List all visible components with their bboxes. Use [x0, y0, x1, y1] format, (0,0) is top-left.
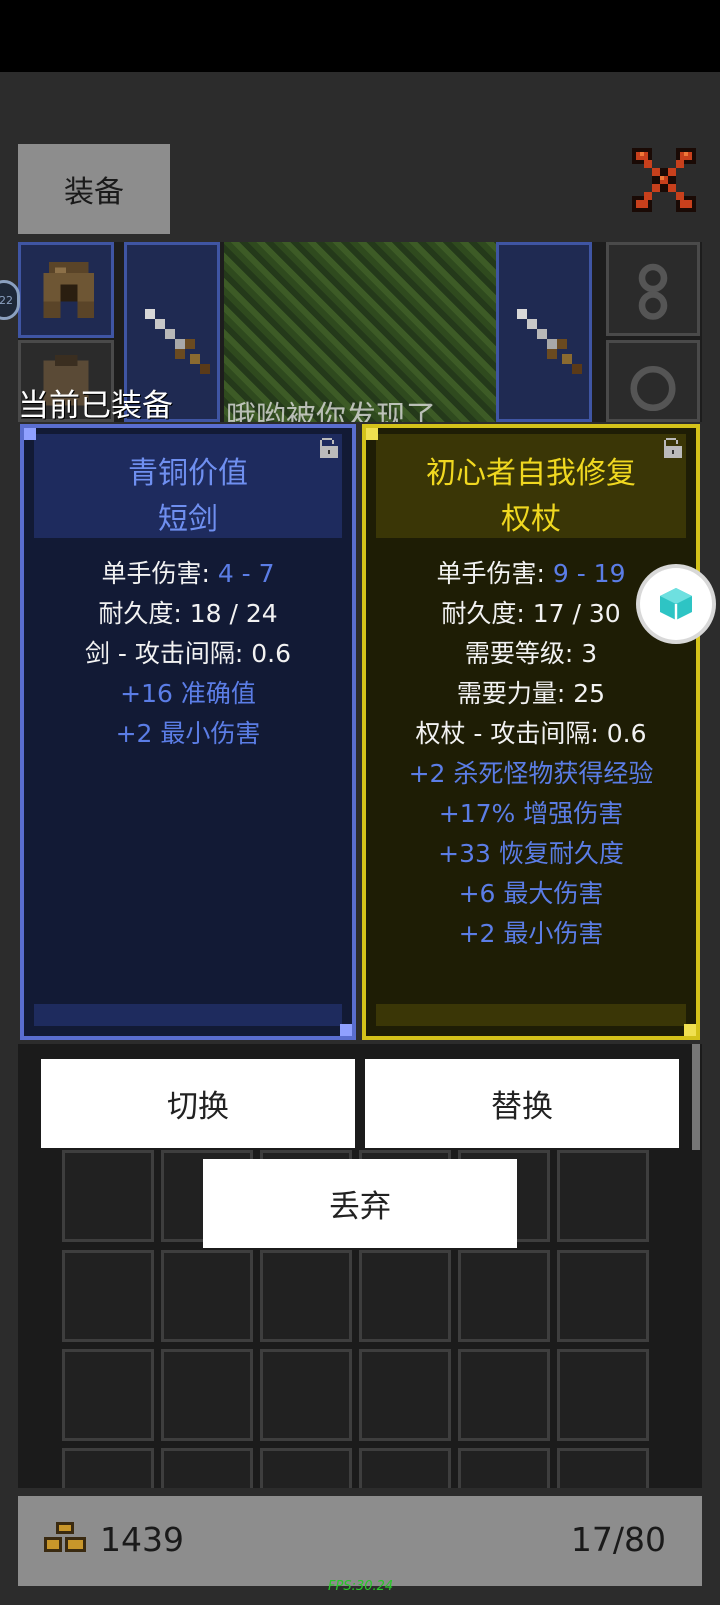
inventory-cell[interactable]	[557, 1150, 649, 1242]
inventory-cell[interactable]	[458, 1250, 550, 1342]
gold-amount: 1439	[100, 1520, 184, 1559]
inventory-cell[interactable]	[359, 1448, 451, 1488]
stat-label: 单手伤害:	[101, 559, 218, 588]
ring-slot[interactable]	[606, 340, 700, 422]
item-name-line1: 青铜价值	[128, 456, 248, 491]
inventory-cell[interactable]	[62, 1448, 154, 1488]
affix-line: +6 最大伤害	[458, 879, 604, 908]
close-icon[interactable]	[632, 148, 696, 212]
corner-ornament-icon	[24, 428, 36, 440]
inventory-cell[interactable]	[161, 1349, 253, 1441]
inventory-cell[interactable]	[359, 1349, 451, 1441]
side-level-badge[interactable]: 22	[0, 280, 20, 320]
inventory-footer: 1439 17/80	[18, 1496, 702, 1586]
stat-value: 9 - 19	[552, 559, 626, 588]
replace-button[interactable]: 替换	[365, 1059, 679, 1148]
scene-dialog-text: 哦哟被你发现了	[226, 400, 436, 422]
inventory-cell[interactable]	[458, 1349, 550, 1441]
affix-line: +2 杀死怪物获得经验	[408, 759, 654, 788]
floating-cube-button[interactable]	[640, 568, 712, 640]
inventory-cell[interactable]	[62, 1349, 154, 1441]
sword-icon	[145, 309, 210, 374]
stat-line: 耐久度: 18 / 24	[98, 599, 278, 628]
cube-icon	[660, 588, 692, 620]
item-footer	[376, 1004, 686, 1026]
inventory-cell[interactable]	[260, 1448, 352, 1488]
inventory-cell[interactable]	[260, 1250, 352, 1342]
lock-icon[interactable]	[660, 436, 684, 460]
helmet-icon	[43, 261, 95, 319]
status-bar	[0, 0, 720, 72]
stat-line: 需要力量: 25	[456, 679, 606, 708]
inventory-cell[interactable]	[62, 1250, 154, 1342]
item-name-line2: 短剑	[158, 502, 218, 537]
affix-line: +17% 增强伤害	[438, 799, 624, 828]
switch-button[interactable]: 切换	[41, 1059, 355, 1148]
inventory-cell[interactable]	[62, 1150, 154, 1242]
affix-line: +16 准确值	[120, 679, 256, 708]
amulet-icon	[638, 263, 668, 320]
ring-icon	[630, 365, 676, 412]
fps-counter: FPS:30.24	[328, 1579, 394, 1594]
stat-line: 单手伤害: 4 - 7	[24, 554, 352, 594]
item-footer	[34, 1004, 342, 1026]
amulet-slot[interactable]	[606, 242, 700, 336]
affix-line: +33 恢复耐久度	[438, 839, 624, 868]
inventory-cell[interactable]	[161, 1250, 253, 1342]
stat-line: 权杖 - 攻击间隔: 0.6	[415, 719, 647, 748]
corner-ornament-icon	[366, 428, 378, 440]
inventory-cell[interactable]	[359, 1250, 451, 1342]
equipped-item-panel: 青铜价值 短剑 单手伤害: 4 - 7 耐久度: 18 / 24 剑 - 攻击间…	[20, 424, 356, 1040]
sword-icon	[517, 309, 582, 374]
item-stats: 单手伤害: 4 - 7 耐久度: 18 / 24 剑 - 攻击间隔: 0.6 +…	[24, 554, 352, 754]
affix-line: +2 最小伤害	[115, 719, 261, 748]
compare-item-panel: 初心者自我修复 权杖 单手伤害: 9 - 19 耐久度: 17 / 30 需要等…	[362, 424, 700, 1040]
inventory-capacity: 17/80	[570, 1520, 666, 1559]
inventory-cell[interactable]	[161, 1448, 253, 1488]
item-name-line1: 初心者自我修复	[426, 456, 636, 491]
stat-value: 4 - 7	[217, 559, 275, 588]
stat-label: 单手伤害:	[436, 559, 553, 588]
inventory-scrollbar[interactable]	[692, 1044, 700, 1150]
inventory-cell[interactable]	[557, 1349, 649, 1441]
stat-line: 剑 - 攻击间隔: 0.6	[84, 639, 292, 668]
affix-line: +2 最小伤害	[458, 919, 604, 948]
item-name-line2: 权杖	[501, 502, 561, 537]
discard-button[interactable]: 丢弃	[203, 1159, 517, 1248]
lock-icon[interactable]	[316, 436, 340, 460]
inventory-cell[interactable]	[557, 1250, 649, 1342]
corner-ornament-icon	[684, 1024, 696, 1036]
gold-coins-icon	[44, 1522, 86, 1552]
helmet-slot[interactable]	[18, 242, 114, 338]
weapon-slot-off[interactable]	[496, 242, 592, 422]
equipped-label: 当前已装备	[18, 388, 173, 424]
tab-equipment[interactable]: 装备	[18, 144, 170, 234]
inventory-cell[interactable]	[458, 1448, 550, 1488]
stat-line: 需要等级: 3	[464, 639, 598, 668]
corner-ornament-icon	[340, 1024, 352, 1036]
inventory-cell[interactable]	[260, 1349, 352, 1441]
inventory-cell[interactable]	[557, 1448, 649, 1488]
